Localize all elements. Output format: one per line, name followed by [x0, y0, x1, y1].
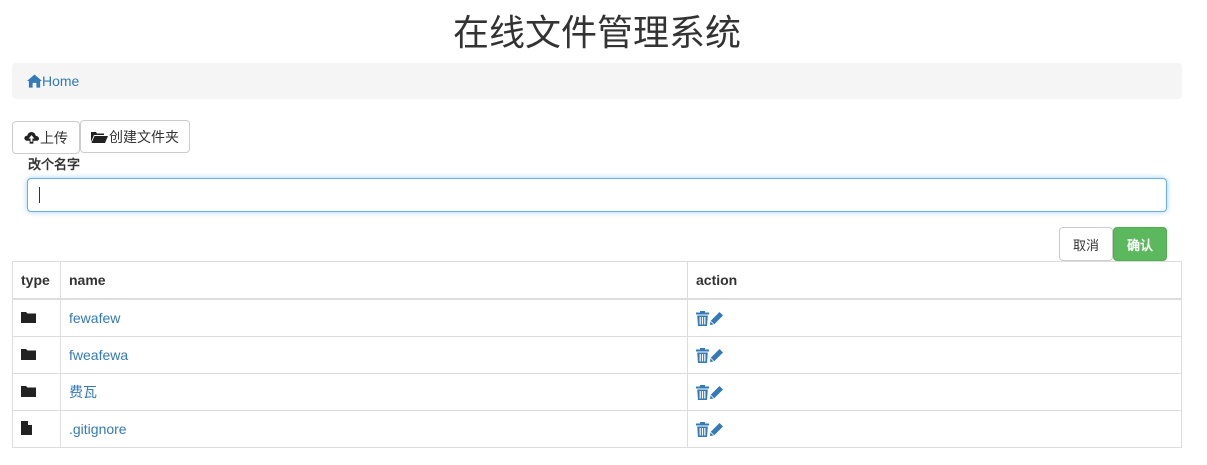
upload-label: 上传 — [40, 129, 68, 146]
file-icon — [21, 420, 32, 435]
table-row[interactable]: .gitignore — [12, 410, 1182, 448]
table-row[interactable]: fweafewa — [12, 336, 1182, 374]
folder-icon — [21, 385, 36, 397]
create-folder-label: 创建文件夹 — [109, 128, 179, 145]
cloud-upload-icon — [24, 131, 40, 144]
action-cell — [687, 336, 1182, 374]
confirm-button[interactable]: 确认 — [1113, 227, 1167, 261]
folder-icon — [21, 348, 36, 360]
folder-icon — [21, 311, 36, 323]
file-name-link[interactable]: fewafew — [69, 310, 120, 326]
action-cell — [687, 298, 1182, 337]
pencil-icon[interactable] — [710, 311, 723, 325]
file-table: type name action fewafew fweafewa 费瓦 .gitig… — [12, 261, 1182, 448]
breadcrumb-home-label: Home — [42, 73, 80, 89]
type-cell — [12, 336, 61, 374]
name-cell: fewafew — [60, 298, 688, 337]
breadcrumb: Home — [12, 63, 1182, 99]
name-cell: fweafewa — [60, 336, 688, 374]
table-row[interactable]: 费瓦 — [12, 373, 1182, 411]
action-cell — [687, 410, 1182, 448]
table-row[interactable]: fewafew — [12, 298, 1182, 337]
pencil-icon[interactable] — [710, 385, 723, 399]
page-title: 在线文件管理系统 — [452, 13, 741, 54]
rename-label: 改个名字 — [28, 157, 81, 172]
column-header-name: name — [60, 261, 688, 300]
trash-icon[interactable] — [696, 347, 709, 363]
text-caret — [39, 187, 40, 203]
upload-button[interactable]: 上传 — [12, 121, 80, 154]
folder-open-icon — [91, 131, 109, 143]
name-cell: 费瓦 — [60, 373, 688, 411]
table-header-row: type name action — [12, 261, 1182, 300]
trash-icon[interactable] — [696, 421, 709, 437]
type-cell — [12, 373, 61, 411]
file-name-link[interactable]: 费瓦 — [69, 384, 97, 400]
cancel-button[interactable]: 取消 — [1059, 227, 1113, 261]
file-name-link[interactable]: fweafewa — [69, 347, 128, 363]
name-cell: .gitignore — [60, 410, 688, 448]
trash-icon[interactable] — [696, 310, 709, 326]
column-header-action: action — [687, 261, 1182, 300]
type-cell — [12, 298, 61, 337]
rename-input[interactable] — [27, 178, 1167, 212]
breadcrumb-home[interactable]: Home — [27, 73, 79, 89]
pencil-icon[interactable] — [710, 422, 723, 436]
pencil-icon[interactable] — [710, 348, 723, 362]
type-cell — [12, 410, 61, 448]
column-header-type: type — [12, 261, 61, 300]
trash-icon[interactable] — [696, 384, 709, 400]
action-cell — [687, 373, 1182, 411]
home-icon — [27, 74, 42, 88]
create-folder-button[interactable]: 创建文件夹 — [80, 120, 190, 153]
file-name-link[interactable]: .gitignore — [69, 421, 127, 437]
